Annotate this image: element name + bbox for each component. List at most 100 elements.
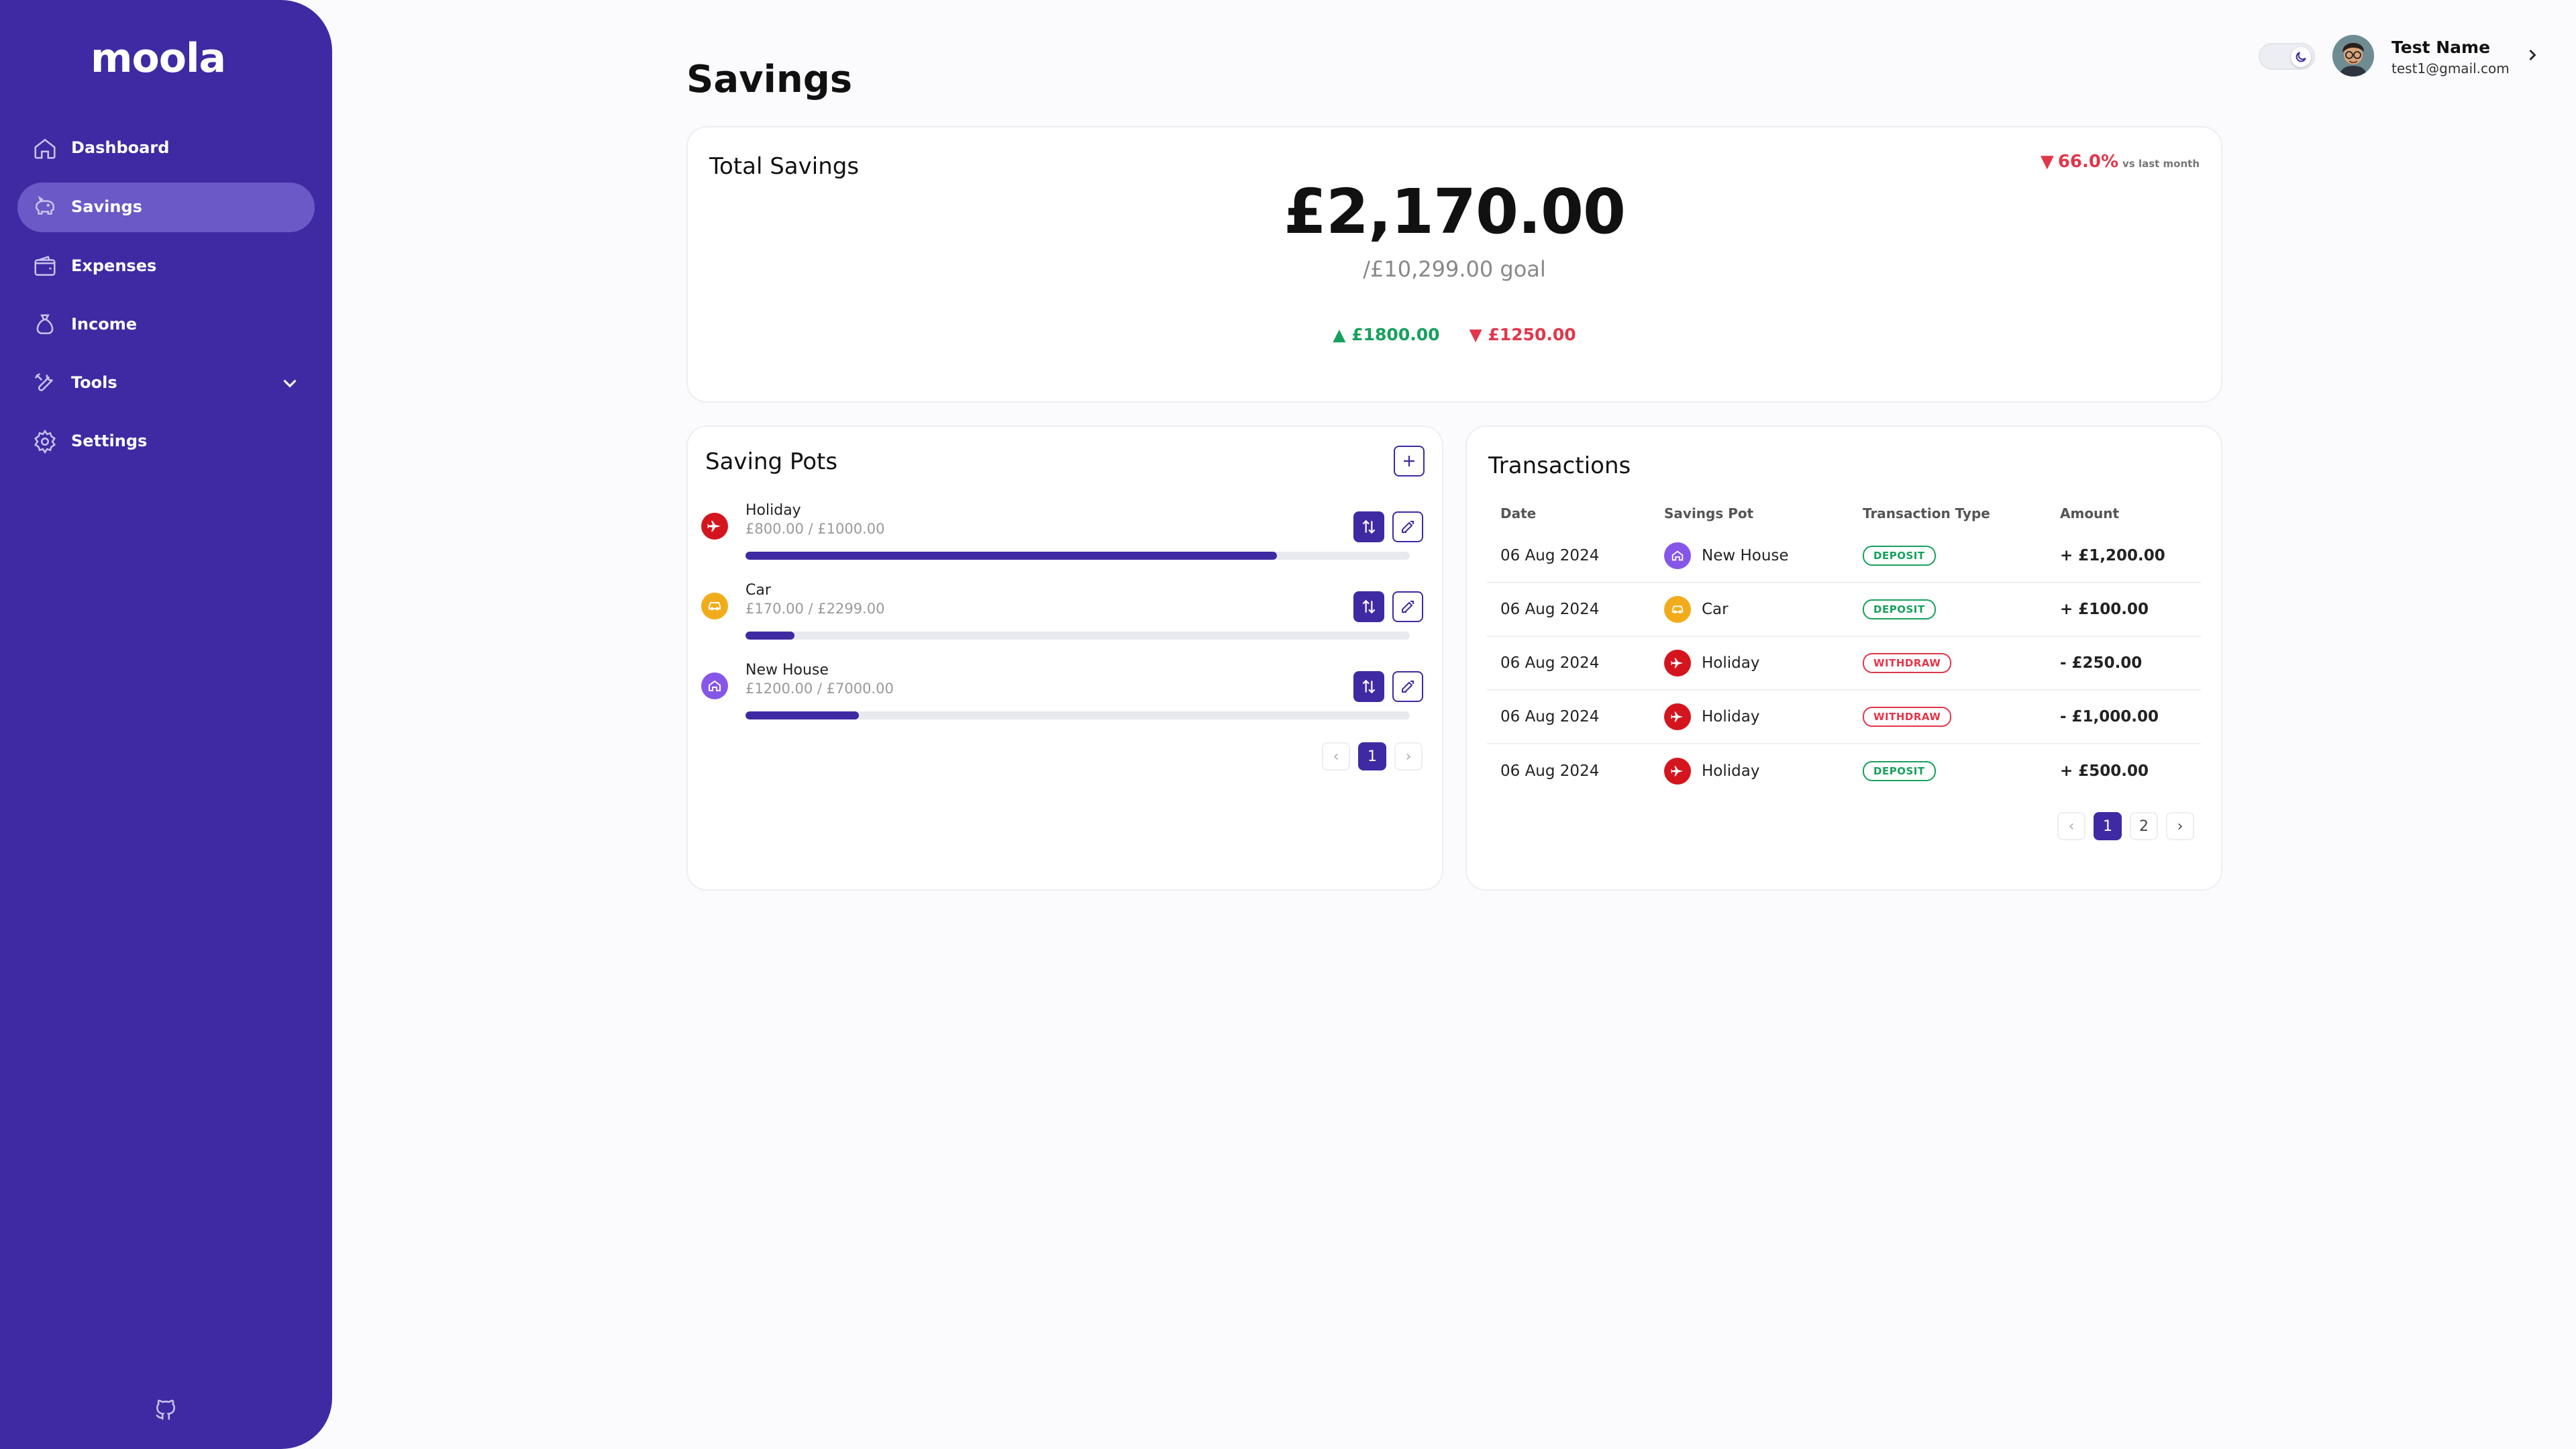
table-row[interactable]: 06 Aug 2024 Holiday WITHDRAW - £250.00 xyxy=(1487,636,2201,690)
tx-type: WITHDRAW xyxy=(1849,689,2047,744)
tools-icon xyxy=(32,370,58,396)
house-icon xyxy=(701,672,728,699)
table-row[interactable]: 06 Aug 2024 Holiday WITHDRAW - £1,000.00 xyxy=(1487,689,2201,744)
status-badge: WITHDRAW xyxy=(1863,707,1952,727)
plane-icon xyxy=(1664,650,1691,677)
down-triangle-icon: ▼ xyxy=(2040,152,2054,172)
tx-type: DEPOSIT xyxy=(1849,582,2047,636)
card-title: Saving Pots xyxy=(705,448,838,475)
home-icon xyxy=(32,136,58,161)
pot-name: Car xyxy=(745,582,771,599)
trend-value: 66.0% xyxy=(2057,152,2119,172)
money-bag-icon xyxy=(32,312,58,338)
edit-icon xyxy=(1402,601,1414,613)
tx-date: 06 Aug 2024 xyxy=(1487,743,1651,797)
tx-date: 06 Aug 2024 xyxy=(1487,636,1651,690)
total-in-value: £1800.00 xyxy=(1351,325,1440,344)
theme-toggle[interactable] xyxy=(2259,43,2315,70)
add-pot-button[interactable] xyxy=(1394,446,1425,477)
saving-pots-card: Saving Pots Holiday £800.00 / £1000.00 C… xyxy=(686,426,1443,891)
chevron-right-icon[interactable] xyxy=(2523,46,2542,64)
app-logo[interactable]: moola xyxy=(91,35,226,82)
tx-pot-name: Car xyxy=(1702,601,1729,618)
car-icon xyxy=(1664,596,1691,623)
column-header: Date xyxy=(1500,505,1537,521)
tx-pot-name: New House xyxy=(1702,546,1789,564)
tx-date: 06 Aug 2024 xyxy=(1500,546,1600,564)
pot-progress-bar xyxy=(745,711,1410,719)
plane-icon xyxy=(701,513,728,540)
table-row[interactable]: 06 Aug 2024 Car DEPOSIT + £100.00 xyxy=(1487,582,2201,636)
total-out: ▼ £1250.00 xyxy=(1470,325,1576,344)
status-badge: DEPOSIT xyxy=(1863,599,1936,619)
tx-amount: + £500.00 xyxy=(2047,743,2201,797)
sidebar-item-expenses[interactable]: Expenses xyxy=(17,242,315,291)
column-header: Amount xyxy=(2060,505,2120,521)
sidebar-item-label: Income xyxy=(71,315,138,334)
sidebar-item-settings[interactable]: Settings xyxy=(17,417,315,466)
savings-goal: /£10,299.00 goal xyxy=(1363,256,1546,282)
user-name: Test Name xyxy=(2391,38,2491,57)
edit-icon xyxy=(1402,681,1414,693)
transfer-button[interactable] xyxy=(1353,511,1384,542)
tx-pot: Holiday xyxy=(1651,689,1849,744)
sidebar-item-income[interactable]: Income xyxy=(17,300,315,350)
transfer-icon xyxy=(1362,599,1376,614)
github-icon[interactable] xyxy=(153,1397,178,1423)
tx-pot: Holiday xyxy=(1651,743,1849,797)
total-amount: £2,170.00 xyxy=(1284,176,1626,248)
in-out-summary: ▲ £1800.00 ▼ £1250.00 xyxy=(688,325,2221,344)
pot-progress-fill xyxy=(745,632,795,640)
trend-label: vs last month xyxy=(2122,158,2200,170)
plane-icon xyxy=(1664,703,1691,730)
prev-page-button[interactable]: ‹ xyxy=(1322,742,1350,770)
page-button[interactable]: 1 xyxy=(2094,812,2122,840)
sidebar-item-dashboard[interactable]: Dashboard xyxy=(17,123,315,173)
tx-amount: - £1,000.00 xyxy=(2047,689,2201,744)
chevron-down-icon[interactable] xyxy=(278,372,301,395)
transfer-icon xyxy=(1362,519,1376,534)
car-icon xyxy=(701,593,728,619)
pot-amounts: £800.00 / £1000.00 xyxy=(745,521,885,537)
total-in: ▲ £1800.00 xyxy=(1333,325,1439,344)
next-page-button[interactable]: › xyxy=(1394,742,1423,770)
page-button[interactable]: 1 xyxy=(1358,742,1386,770)
sidebar-item-tools[interactable]: Tools xyxy=(17,358,315,408)
tx-type: DEPOSIT xyxy=(1849,529,2047,583)
pot-amounts: £170.00 / £2299.00 xyxy=(745,601,885,617)
piggy-bank-icon xyxy=(32,195,58,220)
edit-button[interactable] xyxy=(1392,511,1423,542)
tx-type: DEPOSIT xyxy=(1849,743,2047,797)
pot-name: Holiday xyxy=(745,502,801,519)
tx-pot-name: Holiday xyxy=(1702,762,1760,780)
transactions-pagination: ‹ 1 2 › xyxy=(2057,812,2194,840)
sidebar-item-label: Settings xyxy=(71,432,148,450)
transfer-button[interactable] xyxy=(1353,671,1384,702)
tx-pot-name: Holiday xyxy=(1702,708,1760,726)
down-triangle-icon: ▼ xyxy=(1469,325,1488,344)
sidebar-item-label: Dashboard xyxy=(71,138,170,157)
edit-button[interactable] xyxy=(1392,671,1423,702)
page-button[interactable]: 2 xyxy=(2130,812,2158,840)
avatar[interactable] xyxy=(2332,35,2374,77)
status-badge: WITHDRAW xyxy=(1863,653,1952,673)
edit-button[interactable] xyxy=(1392,591,1423,622)
transfer-icon xyxy=(1362,679,1376,694)
pot-progress-fill xyxy=(745,711,860,719)
pot-progress-fill xyxy=(745,552,1277,560)
prev-page-button[interactable]: ‹ xyxy=(2057,812,2085,840)
next-page-button[interactable]: › xyxy=(2166,812,2194,840)
table-row[interactable]: 06 Aug 2024 New House DEPOSIT + £1,200.0… xyxy=(1487,529,2201,583)
user-email: test1@gmail.com xyxy=(2391,60,2510,77)
pot-name: New House xyxy=(745,662,829,679)
transactions-table: Date Savings Pot Transaction Type Amount… xyxy=(1487,498,2201,797)
sidebar-item-savings[interactable]: Savings xyxy=(17,183,315,232)
gear-icon xyxy=(32,429,58,454)
transfer-button[interactable] xyxy=(1353,591,1384,622)
table-row[interactable]: 06 Aug 2024 Holiday DEPOSIT + £500.00 xyxy=(1487,743,2201,797)
status-badge: DEPOSIT xyxy=(1863,545,1936,566)
tx-pot: Holiday xyxy=(1651,636,1849,690)
pot-progress-bar xyxy=(745,632,1410,640)
total-out-value: £1250.00 xyxy=(1488,325,1576,344)
sidebar-item-label: Savings xyxy=(71,197,142,216)
